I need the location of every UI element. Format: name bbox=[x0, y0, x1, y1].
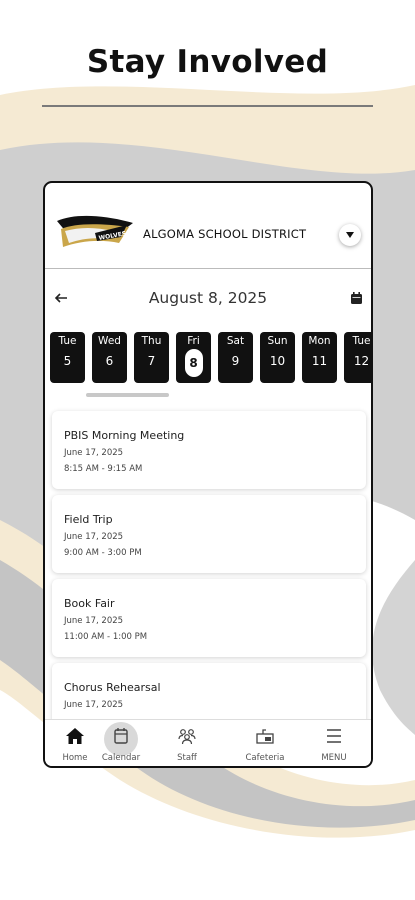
day-number: 10 bbox=[269, 354, 286, 368]
event-title: PBIS Morning Meeting bbox=[64, 429, 185, 442]
headline-divider bbox=[42, 105, 373, 107]
day-name: Thu bbox=[141, 335, 162, 347]
event-date: June 17, 2025 bbox=[64, 616, 124, 626]
current-date-title: August 8, 2025 bbox=[148, 289, 268, 307]
tab-calendar[interactable]: Calendar bbox=[93, 720, 149, 766]
day-button[interactable]: Wed 6 bbox=[92, 332, 127, 383]
event-time: 11:00 AM - 1:00 PM bbox=[64, 632, 148, 642]
calendar-icon bbox=[114, 728, 128, 744]
day-button[interactable]: Tue 12 bbox=[344, 332, 371, 383]
event-title: Chorus Rehearsal bbox=[64, 681, 161, 694]
day-name: Tue bbox=[58, 335, 77, 347]
event-card[interactable]: PBIS Morning Meeting June 17, 2025 8:15 … bbox=[52, 411, 366, 489]
chevron-down-icon bbox=[346, 232, 354, 238]
event-card[interactable]: Chorus Rehearsal June 17, 2025 bbox=[52, 663, 366, 719]
home-icon bbox=[66, 728, 84, 744]
event-time: 8:15 AM - 9:15 AM bbox=[64, 464, 143, 474]
day-number: 11 bbox=[311, 354, 328, 368]
staff-icon bbox=[178, 729, 196, 745]
tab-label: Calendar bbox=[101, 753, 141, 763]
page-headline: Stay Involved bbox=[86, 44, 329, 80]
day-name: Mon bbox=[308, 335, 331, 347]
day-number: 7 bbox=[147, 354, 156, 368]
day-name: Sun bbox=[267, 335, 288, 347]
app-header: WOLVES ALGOMA SCHOOL DISTRICT bbox=[45, 183, 371, 269]
day-button[interactable]: Sun 10 bbox=[260, 332, 295, 383]
day-name: Wed bbox=[98, 335, 121, 347]
district-dropdown-button[interactable] bbox=[339, 224, 361, 246]
day-strip-scrollbar[interactable] bbox=[86, 393, 169, 397]
day-name: Sat bbox=[226, 335, 245, 347]
event-title: Book Fair bbox=[64, 597, 115, 610]
tab-label: MENU bbox=[321, 753, 347, 763]
event-card[interactable]: Field Trip June 17, 2025 9:00 AM - 3:00 … bbox=[52, 495, 366, 573]
event-list: PBIS Morning Meeting June 17, 2025 8:15 … bbox=[45, 407, 371, 719]
event-date: June 17, 2025 bbox=[64, 448, 124, 458]
phone-frame: WOLVES ALGOMA SCHOOL DISTRICT August 8, … bbox=[43, 181, 373, 768]
day-selector-strip: Tue 5 Wed 6 Thu 7 Fri 8 Sat 9 Sun 10 Mon… bbox=[50, 332, 371, 384]
event-title: Field Trip bbox=[64, 513, 113, 526]
tab-menu[interactable]: MENU bbox=[306, 720, 362, 766]
menu-icon bbox=[327, 729, 341, 743]
day-number: 9 bbox=[231, 354, 240, 368]
day-button-selected[interactable]: Fri 8 bbox=[176, 332, 211, 383]
cafeteria-icon bbox=[256, 729, 274, 744]
day-name: Fri bbox=[187, 335, 200, 347]
bottom-tab-bar: Home Calendar Staff Cafeteria MENU bbox=[45, 719, 371, 766]
day-name: Tue bbox=[352, 335, 371, 347]
day-button[interactable]: Mon 11 bbox=[302, 332, 337, 383]
day-button[interactable]: Sat 9 bbox=[218, 332, 253, 383]
event-time: 9:00 AM - 3:00 PM bbox=[64, 548, 142, 558]
day-button[interactable]: Tue 5 bbox=[50, 332, 85, 383]
tab-staff[interactable]: Staff bbox=[159, 720, 215, 766]
day-number: 8 bbox=[184, 349, 203, 377]
wolves-logo: WOLVES bbox=[57, 215, 133, 247]
event-date: June 17, 2025 bbox=[64, 532, 124, 542]
calendar-picker-icon[interactable] bbox=[350, 292, 363, 305]
tab-label: Cafeteria bbox=[245, 753, 285, 763]
event-card[interactable]: Book Fair June 17, 2025 11:00 AM - 1:00 … bbox=[52, 579, 366, 657]
tab-cafeteria[interactable]: Cafeteria bbox=[237, 720, 293, 766]
day-number: 6 bbox=[105, 354, 114, 368]
tab-label: Staff bbox=[177, 753, 197, 763]
day-number: 5 bbox=[63, 354, 72, 368]
event-date: June 17, 2025 bbox=[64, 700, 124, 710]
district-name: ALGOMA SCHOOL DISTRICT bbox=[143, 227, 307, 241]
day-button[interactable]: Thu 7 bbox=[134, 332, 169, 383]
day-number: 12 bbox=[353, 354, 370, 368]
date-navigation: August 8, 2025 bbox=[45, 285, 371, 313]
